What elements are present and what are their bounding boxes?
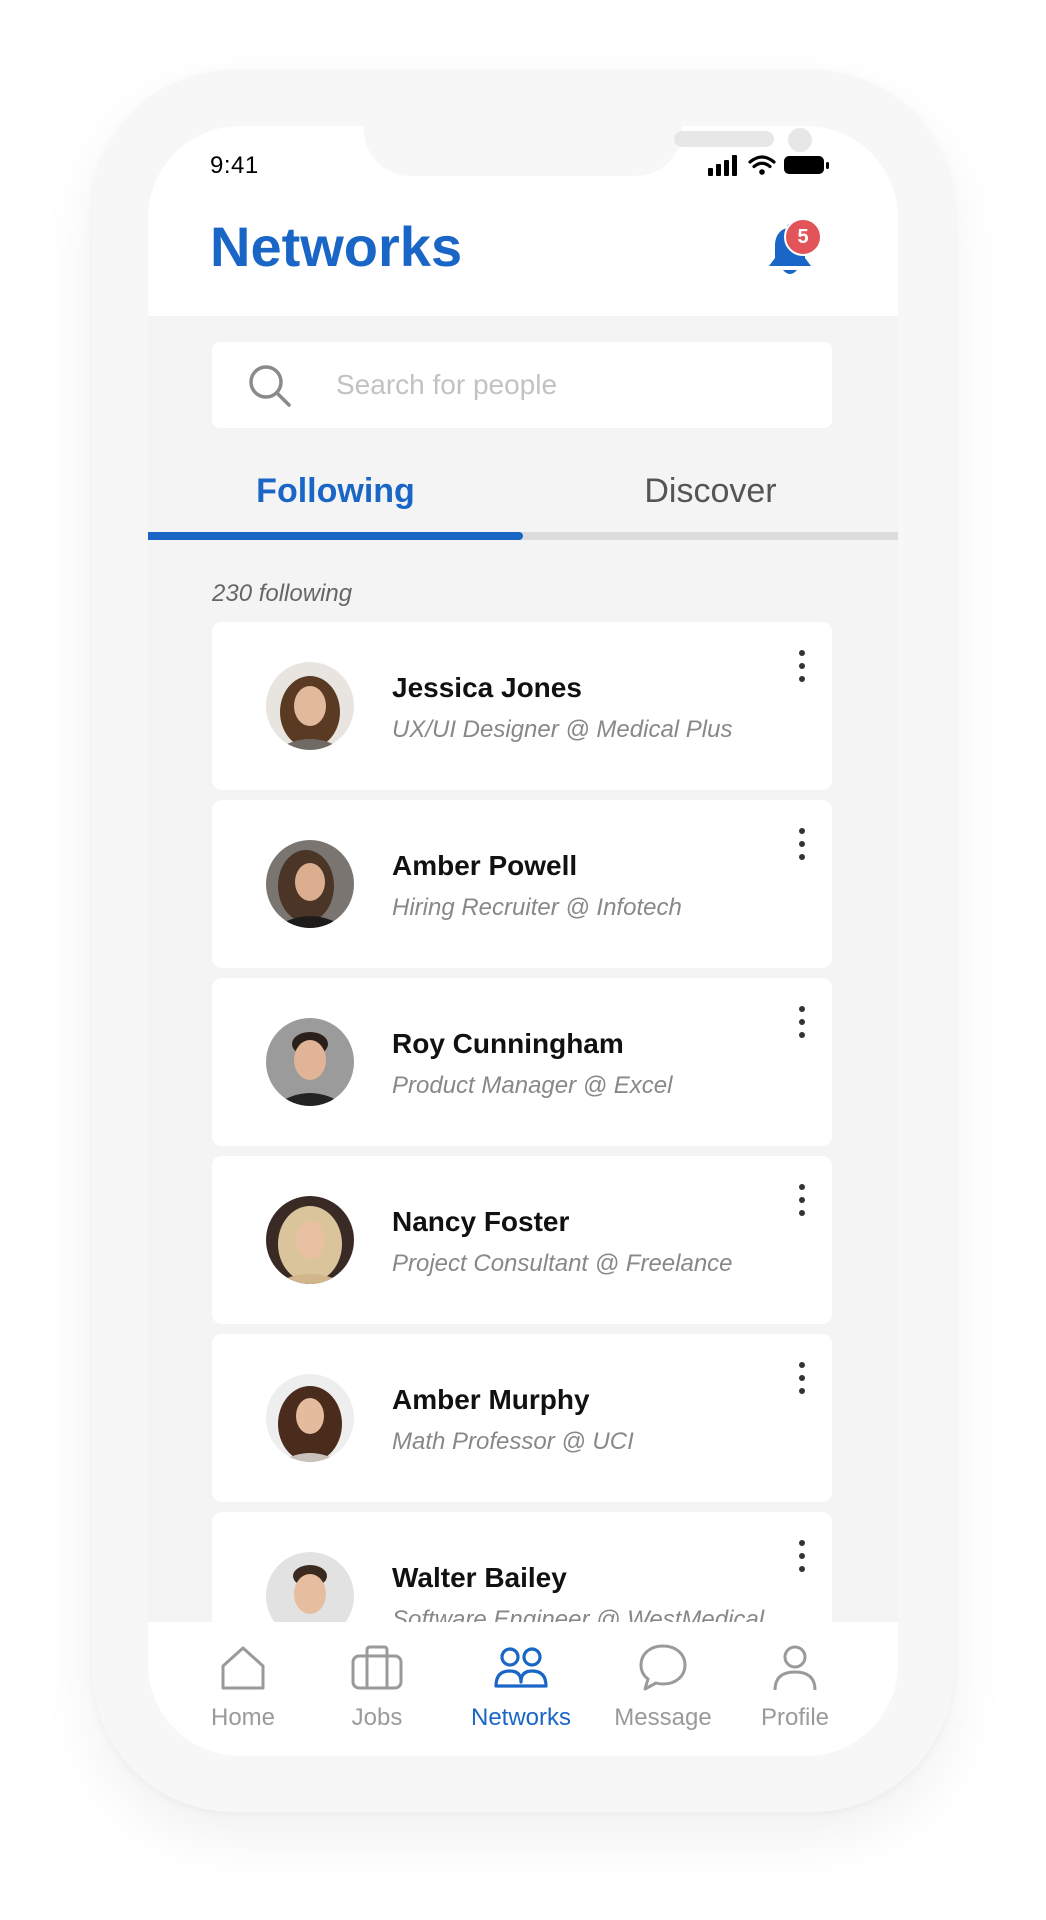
person-name: Amber Powell <box>392 850 578 881</box>
person-name: Walter Bailey <box>392 1562 567 1593</box>
nav-home[interactable]: Home <box>178 1642 308 1742</box>
person-role: Project Consultant @ Freelance <box>392 1250 733 1277</box>
tab-bar: Following Discover <box>148 448 898 540</box>
nav-label: Message <box>614 1704 712 1731</box>
briefcase-icon <box>351 1645 403 1690</box>
avatar <box>266 840 354 928</box>
tab-discover[interactable]: Discover <box>523 448 898 534</box>
person-name: Roy Cunningham <box>392 1028 624 1059</box>
person-role: Hiring Recruiter @ Infotech <box>392 894 682 921</box>
more-options-icon[interactable] <box>790 1180 814 1220</box>
person-card[interactable]: Amber Murphy Math Professor @ UCI <box>212 1334 832 1502</box>
more-options-icon[interactable] <box>790 1536 814 1576</box>
page-title: Networks <box>210 215 463 278</box>
nav-label: Networks <box>470 1704 572 1731</box>
nav-profile[interactable]: Profile <box>730 1642 860 1742</box>
person-name: Nancy Foster <box>392 1206 570 1237</box>
person-card[interactable]: Nancy Foster Project Consultant @ Freela… <box>212 1156 832 1324</box>
person-card[interactable]: Roy Cunningham Product Manager @ Excel <box>212 978 832 1146</box>
chat-bubble-icon <box>639 1644 687 1691</box>
notification-badge: 5 <box>784 218 822 256</box>
tab-following[interactable]: Following <box>148 448 523 534</box>
nav-message[interactable]: Message <box>598 1642 728 1742</box>
person-role: UX/UI Designer @ Medical Plus <box>392 716 733 743</box>
signal-icon <box>708 155 737 176</box>
nav-label: Profile <box>760 1704 830 1731</box>
people-icon <box>494 1647 548 1688</box>
status-icons <box>708 155 829 176</box>
bottom-navigation: Home Jobs Networks Message Profile <box>148 1622 898 1756</box>
more-options-icon[interactable] <box>790 646 814 686</box>
notch <box>364 126 812 176</box>
status-time: 9:41 <box>210 152 259 179</box>
speaker-grille <box>674 131 774 147</box>
search-bar[interactable] <box>212 342 832 428</box>
battery-icon <box>784 156 829 174</box>
nav-jobs[interactable]: Jobs <box>312 1642 442 1742</box>
more-options-icon[interactable] <box>790 1358 814 1398</box>
search-input[interactable] <box>336 360 806 410</box>
person-card[interactable]: Jessica Jones UX/UI Designer @ Medical P… <box>212 622 832 790</box>
person-name: Amber Murphy <box>392 1384 590 1415</box>
phone-frame: 9:41 Networks 5 Search for people Follow… <box>92 70 954 1812</box>
home-icon <box>221 1646 265 1690</box>
following-count: 230 following <box>212 580 353 607</box>
wifi-icon <box>748 155 776 175</box>
more-options-icon[interactable] <box>790 1002 814 1042</box>
person-role: Math Professor @ UCI <box>392 1428 634 1455</box>
avatar <box>266 662 354 750</box>
header: 9:41 Networks 5 <box>148 126 898 316</box>
person-name: Jessica Jones <box>392 672 582 703</box>
nav-label: Home <box>210 1704 276 1731</box>
search-icon <box>249 365 291 407</box>
avatar <box>266 1196 354 1284</box>
avatar <box>266 1374 354 1462</box>
user-icon <box>773 1645 817 1691</box>
person-role: Product Manager @ Excel <box>392 1072 673 1099</box>
person-card[interactable]: Amber Powell Hiring Recruiter @ Infotech <box>212 800 832 968</box>
avatar <box>266 1018 354 1106</box>
nav-label: Jobs <box>351 1704 403 1731</box>
more-options-icon[interactable] <box>790 824 814 864</box>
phone-screen: 9:41 Networks 5 Search for people Follow… <box>148 126 898 1756</box>
tab-active-indicator <box>148 532 523 540</box>
nav-networks[interactable]: Networks <box>456 1642 586 1742</box>
front-camera <box>788 128 812 152</box>
